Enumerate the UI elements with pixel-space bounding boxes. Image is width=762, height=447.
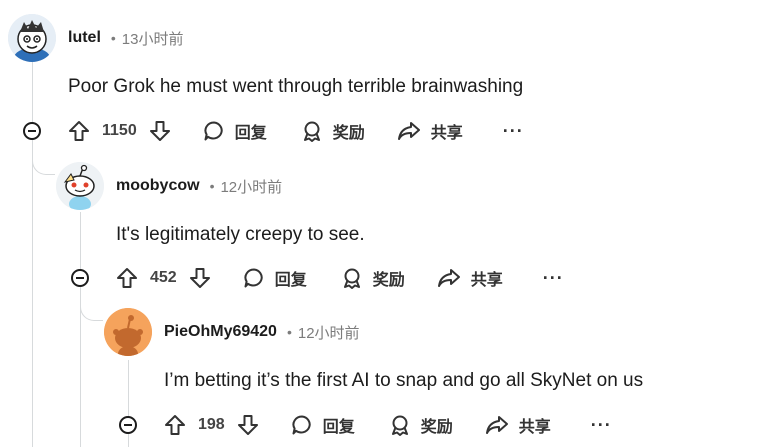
comment-actions: 198 回复 奖励 共享 ··· (164, 410, 612, 440)
downvote-icon (237, 415, 258, 435)
thread-line (32, 62, 33, 447)
timestamp[interactable]: 13小时前 (122, 28, 184, 49)
comment-actions: 1150 回复 奖励 共享 ··· (68, 116, 524, 146)
vote-count: 452 (150, 269, 177, 286)
timestamp[interactable]: 12小时前 (298, 322, 360, 343)
collapse-button[interactable] (23, 122, 41, 140)
downvote-icon (149, 121, 170, 141)
thread-curve (80, 300, 103, 321)
share-button[interactable]: 共享 (437, 266, 503, 290)
comment-meta: moobycow • 12小时前 (116, 174, 282, 198)
username[interactable]: lutel (68, 29, 101, 47)
avatar[interactable] (56, 162, 104, 210)
award-button[interactable]: 奖励 (341, 266, 405, 290)
award-label: 奖励 (332, 125, 365, 142)
more-options-button[interactable]: ··· (591, 415, 612, 436)
separator-dot: • (209, 178, 215, 194)
reply-button[interactable]: 回复 (203, 119, 267, 143)
comment-meta: PieOhMy69420 • 12小时前 (164, 320, 360, 344)
avatar[interactable] (104, 308, 152, 356)
upvote-button[interactable] (164, 414, 186, 436)
collapse-button[interactable] (71, 269, 89, 287)
reply-button[interactable]: 回复 (243, 266, 307, 290)
upvote-icon (165, 415, 185, 435)
thread-curve (32, 154, 55, 175)
vote-count: 198 (198, 416, 225, 433)
share-button[interactable]: 共享 (397, 119, 463, 143)
share-label: 共享 (430, 125, 463, 142)
avatar[interactable] (8, 14, 56, 62)
username[interactable]: moobycow (116, 177, 200, 195)
default-snoo-avatar-icon (104, 308, 152, 356)
comment-actions: 452 回复 奖励 共享 ··· (116, 263, 564, 293)
share-icon (397, 122, 420, 140)
upvote-button[interactable] (116, 267, 138, 289)
upvote-icon (117, 268, 137, 288)
award-icon (343, 268, 360, 289)
downvote-icon (189, 268, 210, 288)
username[interactable]: PieOhMy69420 (164, 323, 277, 341)
comment-bubble-icon (244, 268, 263, 288)
award-label: 奖励 (372, 272, 405, 289)
reply-label: 回复 (322, 419, 355, 436)
award-icon (303, 121, 320, 142)
comment-meta: lutel • 13小时前 (68, 26, 183, 50)
upvote-icon (69, 121, 89, 141)
more-options-button[interactable]: ··· (503, 121, 524, 142)
award-label: 奖励 (420, 419, 453, 436)
share-label: 共享 (470, 272, 503, 289)
reply-label: 回复 (274, 272, 307, 289)
award-button[interactable]: 奖励 (301, 119, 365, 143)
comment-text: I’m betting it’s the first AI to snap an… (164, 370, 644, 391)
comment-text: It's legitimately creepy to see. (116, 224, 365, 245)
separator-dot: • (110, 30, 116, 46)
comment-text: Poor Grok he must went through terrible … (68, 76, 524, 97)
vote-count: 1150 (102, 122, 137, 139)
reply-label: 回复 (234, 125, 267, 142)
award-button[interactable]: 奖励 (389, 413, 453, 437)
comment-bubble-icon (292, 415, 311, 435)
share-icon (485, 416, 508, 434)
cartoon-avatar-icon (8, 14, 56, 62)
share-label: 共享 (518, 419, 551, 436)
separator-dot: • (286, 324, 292, 340)
more-options-button[interactable]: ··· (543, 268, 564, 289)
share-button[interactable]: 共享 (485, 413, 551, 437)
reply-button[interactable]: 回复 (291, 413, 355, 437)
upvote-button[interactable] (68, 120, 90, 142)
comment-bubble-icon (204, 121, 223, 141)
share-icon (437, 269, 460, 287)
downvote-button[interactable] (149, 120, 171, 142)
collapse-button[interactable] (119, 416, 137, 434)
timestamp[interactable]: 12小时前 (220, 176, 282, 197)
thread-line (80, 212, 81, 447)
award-icon (391, 415, 408, 436)
snoo-avatar-icon (56, 162, 104, 210)
downvote-button[interactable] (237, 414, 259, 436)
downvote-button[interactable] (189, 267, 211, 289)
